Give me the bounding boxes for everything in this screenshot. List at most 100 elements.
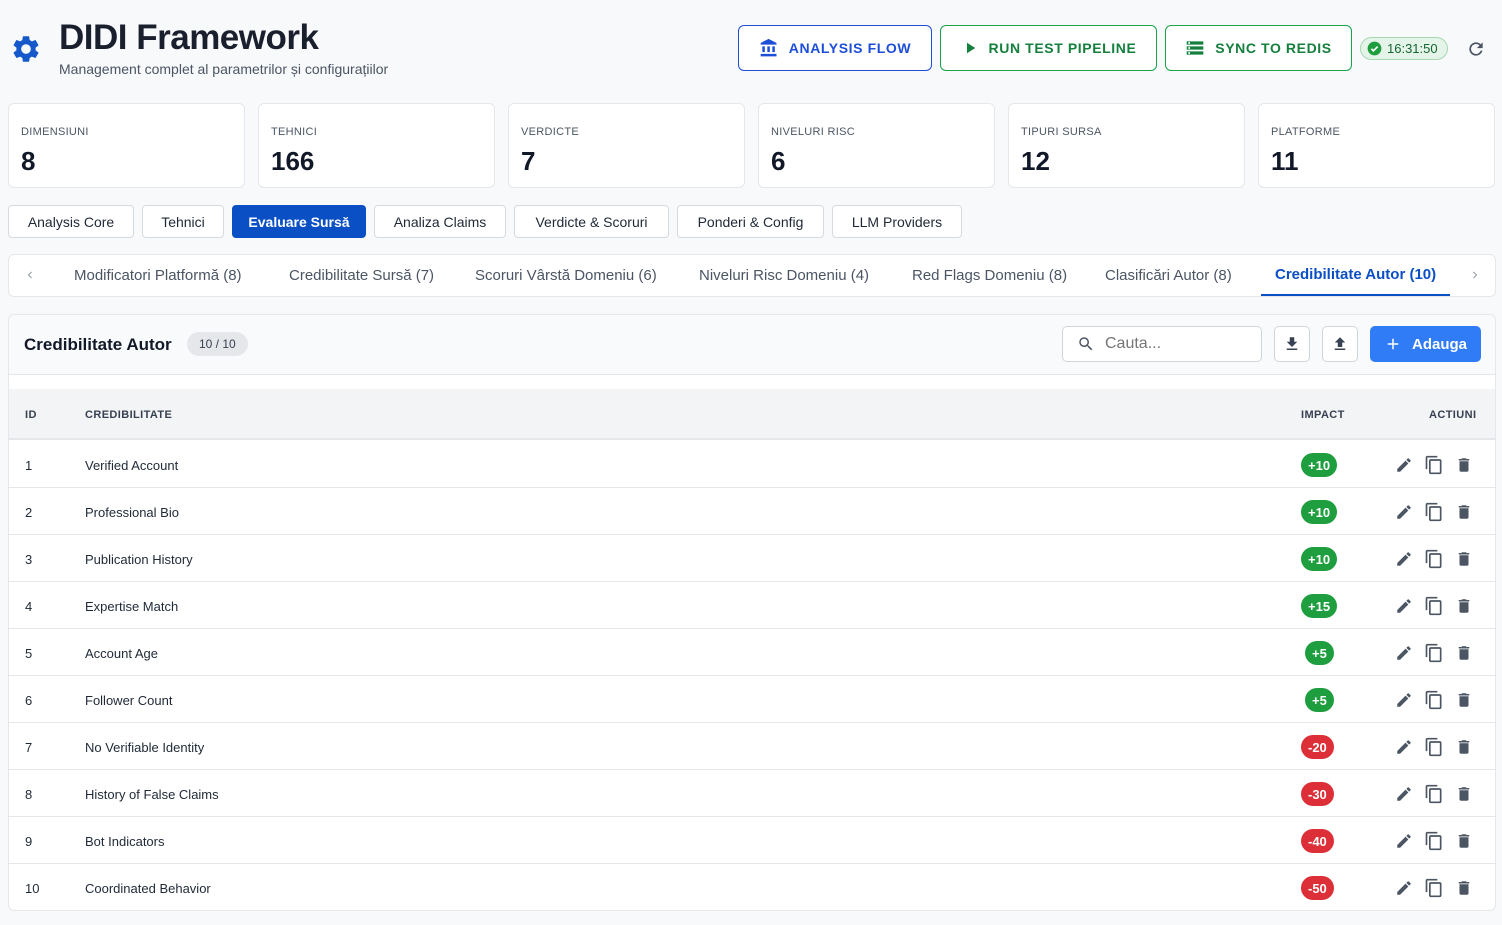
delete-icon[interactable] — [1453, 595, 1475, 617]
panel-title: Credibilitate Autor — [24, 335, 172, 354]
category-tab-tehnici[interactable]: Tehnici — [142, 205, 224, 238]
row-id: 10 — [25, 881, 40, 896]
table-row[interactable]: 6 Follower Count +5 — [9, 676, 1495, 723]
edit-icon[interactable] — [1393, 548, 1415, 570]
refresh-button[interactable] — [1464, 37, 1488, 61]
table-row[interactable]: 2 Professional Bio +10 — [9, 488, 1495, 535]
stat-card-platforme: PLATFORME 11 — [1258, 103, 1495, 188]
subtab-niveluri-risc-domeniu[interactable]: Niveluri Risc Domeniu (4) — [699, 255, 869, 296]
stat-value: 8 — [21, 146, 36, 176]
scroll-right-button[interactable] — [1465, 265, 1485, 285]
row-id: 5 — [25, 646, 33, 661]
column-header-id[interactable]: ID — [25, 409, 37, 421]
row-id: 8 — [25, 787, 33, 802]
subtab-modificatori-platforma[interactable]: Modificatori Platformă (8) — [74, 255, 242, 296]
delete-icon[interactable] — [1453, 783, 1475, 805]
category-tab-analiza-claims[interactable]: Analiza Claims — [374, 205, 506, 238]
table-row[interactable]: 4 Expertise Match +15 — [9, 582, 1495, 629]
edit-icon[interactable] — [1393, 689, 1415, 711]
edit-icon[interactable] — [1393, 642, 1415, 664]
column-header-credibilitate[interactable]: CREDIBILITATE — [85, 409, 172, 421]
row-credibilitate-name: Verified Account — [85, 458, 179, 473]
row-credibilitate-name: Coordinated Behavior — [85, 881, 211, 896]
category-tab-llm-providers[interactable]: LLM Providers — [832, 205, 962, 238]
table-row[interactable]: 8 History of False Claims -30 — [9, 770, 1495, 817]
page-subtitle: Management complet al parametrilor și co… — [59, 61, 389, 77]
add-button[interactable]: Adauga — [1370, 326, 1481, 362]
stat-card-tipuri-sursa: TIPURI SURSA 12 — [1008, 103, 1245, 188]
copy-icon[interactable] — [1423, 642, 1445, 664]
edit-icon[interactable] — [1393, 830, 1415, 852]
copy-icon[interactable] — [1423, 830, 1445, 852]
copy-icon[interactable] — [1423, 783, 1445, 805]
subtab-credibilitate-autor[interactable]: Credibilitate Autor (10) — [1261, 255, 1451, 296]
table-row[interactable]: 5 Account Age +5 — [9, 629, 1495, 676]
count-badge: 10 / 10 — [187, 332, 248, 356]
stat-label: TIPURI SURSA — [1021, 126, 1102, 138]
analysis-flow-button[interactable]: ANALYSIS FLOW — [738, 25, 932, 71]
search-input[interactable] — [1105, 335, 1245, 353]
subtab-red-flags-domeniu[interactable]: Red Flags Domeniu (8) — [912, 255, 1067, 296]
scroll-left-button[interactable] — [20, 265, 40, 285]
copy-icon[interactable] — [1423, 595, 1445, 617]
play-icon — [966, 42, 975, 54]
analysis-flow-label: ANALYSIS FLOW — [788, 40, 912, 56]
subtab-clasificari-autor[interactable]: Clasificări Autor (8) — [1105, 255, 1232, 296]
upload-icon — [1334, 337, 1346, 350]
copy-icon[interactable] — [1423, 548, 1445, 570]
row-credibilitate-name: Account Age — [85, 646, 158, 661]
category-tab-verdicte-scoruri[interactable]: Verdicte & Scoruri — [514, 205, 669, 238]
subtab-scoruri-varsta-domeniu[interactable]: Scoruri Vârstă Domeniu (6) — [475, 255, 657, 296]
row-id: 7 — [25, 740, 33, 755]
delete-icon[interactable] — [1453, 830, 1475, 852]
download-icon — [1286, 337, 1298, 350]
category-tab-analysis-core[interactable]: Analysis Core — [8, 205, 134, 238]
check-circle-icon — [1367, 41, 1382, 56]
table-row[interactable]: 7 No Verifiable Identity -20 — [9, 723, 1495, 770]
copy-icon[interactable] — [1423, 689, 1445, 711]
delete-icon[interactable] — [1453, 454, 1475, 476]
row-id: 6 — [25, 693, 33, 708]
copy-icon[interactable] — [1423, 877, 1445, 899]
edit-icon[interactable] — [1393, 783, 1415, 805]
run-test-pipeline-button[interactable]: RUN TEST PIPELINE — [940, 25, 1157, 71]
column-header-impact[interactable]: IMPACT — [1301, 409, 1345, 421]
delete-icon[interactable] — [1453, 501, 1475, 523]
copy-icon[interactable] — [1423, 736, 1445, 758]
sync-to-redis-button[interactable]: SYNC TO REDIS — [1165, 25, 1352, 71]
plus-icon — [1387, 338, 1399, 350]
impact-badge: -20 — [1301, 735, 1334, 759]
table-row[interactable]: 10 Coordinated Behavior -50 — [9, 864, 1495, 910]
impact-badge: +10 — [1301, 453, 1338, 477]
impact-badge: +10 — [1301, 547, 1338, 571]
subtabs-bar: Modificatori Platformă (8) Credibilitate… — [8, 254, 1496, 297]
delete-icon[interactable] — [1453, 689, 1475, 711]
table-row[interactable]: 1 Verified Account +10 — [9, 441, 1495, 488]
edit-icon[interactable] — [1393, 736, 1415, 758]
category-tab-ponderi-config[interactable]: Ponderi & Config — [677, 205, 824, 238]
table-row[interactable]: 3 Publication History +10 — [9, 535, 1495, 582]
stat-label: TEHNICI — [271, 126, 318, 138]
copy-icon[interactable] — [1423, 501, 1445, 523]
delete-icon[interactable] — [1453, 548, 1475, 570]
subtab-credibilitate-sursa[interactable]: Credibilitate Sursă (7) — [289, 255, 434, 296]
stat-value: 6 — [771, 146, 786, 176]
settings-gear-icon — [13, 36, 39, 62]
app-header: DIDI Framework Management complet al par… — [0, 0, 1502, 96]
category-tab-evaluare-sursa[interactable]: Evaluare Sursă — [232, 205, 366, 238]
edit-icon[interactable] — [1393, 595, 1415, 617]
delete-icon[interactable] — [1453, 642, 1475, 664]
delete-icon[interactable] — [1453, 736, 1475, 758]
table-row[interactable]: 9 Bot Indicators -40 — [9, 817, 1495, 864]
upload-button[interactable] — [1322, 326, 1358, 362]
stat-card-niveluri-risc: NIVELURI RISC 6 — [758, 103, 995, 188]
search-box[interactable] — [1062, 326, 1262, 362]
edit-icon[interactable] — [1393, 877, 1415, 899]
edit-icon[interactable] — [1393, 454, 1415, 476]
row-credibilitate-name: Follower Count — [85, 693, 173, 708]
row-credibilitate-name: Bot Indicators — [85, 834, 165, 849]
edit-icon[interactable] — [1393, 501, 1415, 523]
delete-icon[interactable] — [1453, 877, 1475, 899]
download-button[interactable] — [1274, 326, 1310, 362]
copy-icon[interactable] — [1423, 454, 1445, 476]
